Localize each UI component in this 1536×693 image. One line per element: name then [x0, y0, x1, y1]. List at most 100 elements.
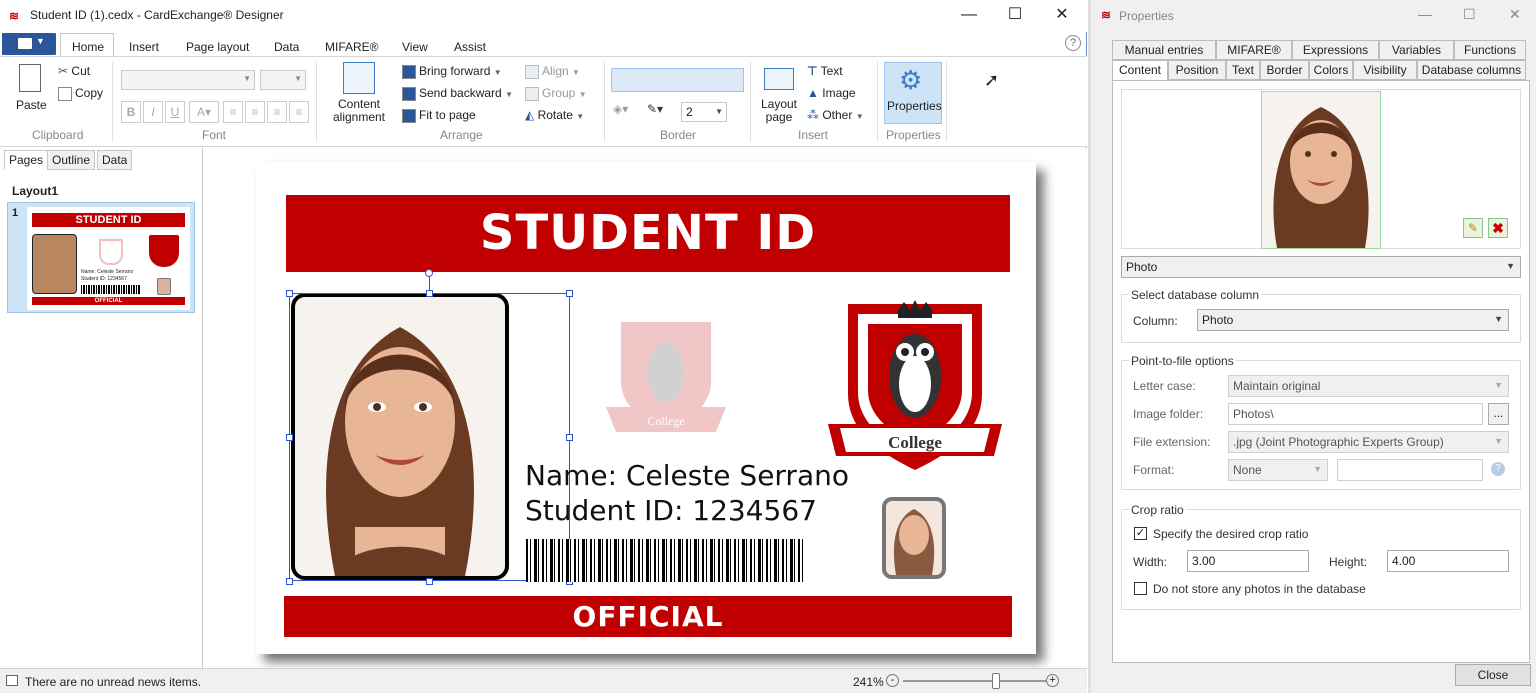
page-thumbnail[interactable]: 1 STUDENT ID Name: Celeste Serrano Stude…	[7, 202, 195, 313]
zoom-slider-thumb[interactable]	[992, 673, 1000, 689]
underline-button[interactable]: U	[165, 101, 185, 123]
bring-forward-button[interactable]: Bring forward ▼	[402, 64, 502, 79]
college-crest-logo[interactable]: College	[826, 294, 1004, 472]
format-dropdown[interactable]: None ▼	[1228, 459, 1328, 481]
rotate-handle[interactable]	[425, 269, 433, 277]
tab-assist[interactable]: Assist	[454, 40, 486, 54]
align-button[interactable]: Align ▼	[525, 64, 580, 79]
tab-variables[interactable]: Variables	[1379, 40, 1454, 60]
width-input[interactable]: 3.00	[1187, 550, 1309, 572]
card-footer[interactable]: OFFICIAL	[284, 596, 1012, 637]
tab-page-layout[interactable]: Page layout	[186, 40, 249, 54]
height-input[interactable]: 4.00	[1387, 550, 1509, 572]
maximize-button[interactable]: ☐	[992, 0, 1038, 32]
tab-insert[interactable]: Insert	[129, 40, 159, 54]
resize-handle[interactable]	[426, 290, 433, 297]
format-help-icon[interactable]: ?	[1491, 462, 1505, 476]
card-title[interactable]: STUDENT ID	[286, 195, 1010, 272]
tab-colors[interactable]: Colors	[1309, 60, 1353, 80]
tab-data-panel[interactable]: Data	[97, 150, 133, 170]
zoom-in-button[interactable]: +	[1046, 674, 1059, 687]
crop-ratio-checkbox[interactable]: ✓	[1134, 527, 1147, 540]
border-presets[interactable]	[611, 68, 744, 92]
tab-data[interactable]: Data	[274, 40, 299, 54]
layout-page-button[interactable]: Layout page	[758, 62, 800, 124]
card-id-text[interactable]: Student ID: 1234567	[525, 494, 817, 527]
no-store-checkbox[interactable]	[1134, 582, 1147, 595]
properties-button[interactable]: ⚙ Properties	[884, 62, 942, 124]
align-right-icon[interactable]: ≡	[267, 101, 287, 123]
news-status[interactable]: There are no unread news items.	[25, 675, 201, 689]
properties-minimize-button[interactable]: —	[1418, 6, 1432, 22]
image-folder-input[interactable]: Photos\	[1228, 403, 1483, 425]
tab-pages[interactable]: Pages	[4, 150, 49, 170]
align-justify-icon[interactable]: ≡	[289, 101, 309, 123]
tab-outline[interactable]: Outline	[47, 150, 96, 170]
tab-database-columns[interactable]: Database columns	[1417, 60, 1526, 80]
align-center-icon[interactable]: ≡	[245, 101, 265, 123]
zoom-slider[interactable]	[903, 680, 1047, 682]
tab-manual-entries[interactable]: Manual entries	[1112, 40, 1216, 60]
resize-handle[interactable]	[286, 578, 293, 585]
thumb-small-photo	[157, 278, 171, 295]
zoom-out-button[interactable]: -	[886, 674, 899, 687]
minimize-button[interactable]: —	[946, 0, 992, 32]
insert-image-button[interactable]: ▲ Image	[807, 86, 856, 100]
card-name-text[interactable]: Name: Celeste Serrano	[525, 459, 849, 492]
tab-functions[interactable]: Functions	[1454, 40, 1526, 60]
edit-image-button[interactable]: ✎	[1463, 218, 1483, 238]
group-button[interactable]: Group ▼	[525, 86, 587, 101]
properties-maximize-button[interactable]: ☐	[1463, 6, 1476, 23]
fill-color-button[interactable]: ◈▾	[613, 102, 641, 122]
delete-image-button[interactable]: ✖	[1488, 218, 1508, 238]
watermark-logo[interactable]: College	[601, 312, 731, 442]
column-dropdown[interactable]: Photo ▼	[1197, 309, 1509, 331]
tab-view[interactable]: View	[402, 40, 428, 54]
format-custom-input[interactable]	[1337, 459, 1483, 481]
tab-mifare[interactable]: MIFARE®	[325, 40, 379, 54]
copy-button[interactable]: Copy	[58, 86, 103, 101]
insert-other-button[interactable]: ⁂ Other ▼	[807, 108, 864, 122]
resize-handle[interactable]	[566, 434, 573, 441]
tab-position[interactable]: Position	[1168, 60, 1226, 80]
close-button[interactable]: Close	[1455, 664, 1531, 686]
tab-home[interactable]: Home	[60, 33, 114, 57]
paste-button[interactable]: Paste	[12, 62, 50, 114]
tab-visibility[interactable]: Visibility	[1353, 60, 1417, 80]
file-menu-button[interactable]: ▼	[2, 33, 56, 55]
bold-button[interactable]: B	[121, 101, 141, 123]
help-icon[interactable]: ?	[1065, 35, 1081, 51]
tab-content[interactable]: Content	[1112, 60, 1168, 81]
resize-handle[interactable]	[286, 290, 293, 297]
italic-button[interactable]: I	[143, 101, 163, 123]
small-photo[interactable]	[882, 497, 946, 579]
tab-border[interactable]: Border	[1260, 60, 1309, 80]
cut-button[interactable]: ✂ Cut	[58, 64, 90, 78]
font-color-button[interactable]: A▾	[189, 101, 219, 123]
line-color-button[interactable]: ✎▾	[647, 102, 677, 122]
fit-to-page-button[interactable]: Fit to page	[402, 108, 476, 123]
send-backward-button[interactable]: Send backward ▼	[402, 86, 513, 101]
chevron-down-icon: ▼	[243, 74, 251, 83]
resize-handle[interactable]	[426, 578, 433, 585]
rotate-button[interactable]: ◭ Rotate ▼	[525, 108, 584, 122]
image-source-dropdown[interactable]: Photo ▼	[1121, 256, 1521, 278]
resize-handle[interactable]	[566, 290, 573, 297]
font-size-dropdown[interactable]: ▼	[260, 70, 306, 90]
close-window-button[interactable]: ✕	[1039, 0, 1085, 32]
file-extension-dropdown[interactable]: .jpg (Joint Photographic Experts Group) ▼	[1228, 431, 1509, 453]
letter-case-dropdown[interactable]: Maintain original ▼	[1228, 375, 1509, 397]
resize-handle[interactable]	[286, 434, 293, 441]
tab-expressions[interactable]: Expressions	[1292, 40, 1379, 60]
file-extension-value: .jpg (Joint Photographic Experts Group)	[1233, 435, 1444, 449]
align-left-icon[interactable]: ≡	[223, 101, 243, 123]
tab-text[interactable]: Text	[1226, 60, 1260, 80]
browse-folder-button[interactable]: ...	[1488, 403, 1509, 425]
font-family-dropdown[interactable]: ▼	[121, 70, 255, 90]
border-width-dropdown[interactable]: 2 ▼	[681, 102, 727, 122]
insert-text-button[interactable]: ⊤ Text	[807, 64, 843, 78]
barcode[interactable]	[526, 539, 804, 582]
content-alignment-button[interactable]: Content alignment	[326, 62, 392, 124]
properties-close-button[interactable]: ✕	[1509, 6, 1521, 23]
tab-mifare-prop[interactable]: MIFARE®	[1216, 40, 1292, 60]
